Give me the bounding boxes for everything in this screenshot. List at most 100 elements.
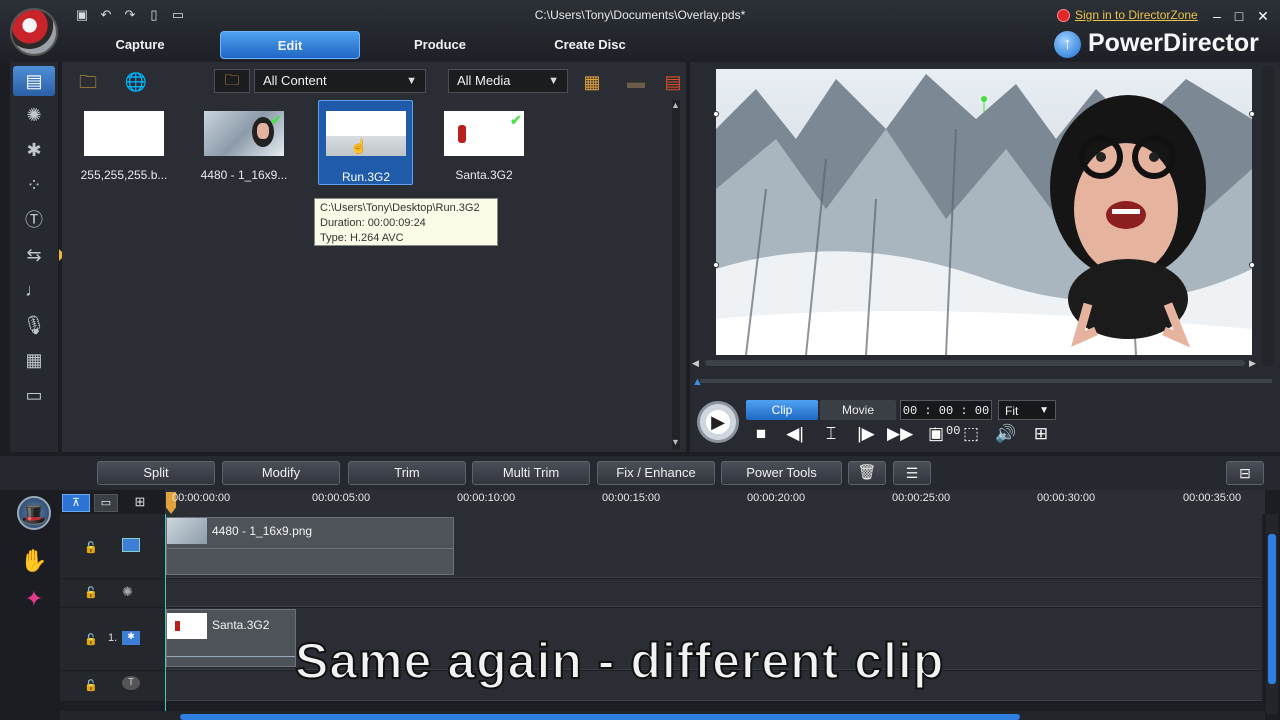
check-mark-icon: ✔ <box>510 112 522 128</box>
ruler-tick-label: 00:00:05:00 <box>312 492 371 504</box>
play-button[interactable]: ▶ <box>697 401 739 443</box>
hand-tool-icon[interactable]: ✋ <box>17 544 51 578</box>
scroll-left-icon[interactable]: ◀ <box>692 358 699 369</box>
open-folder-icon[interactable]: ▭ <box>169 7 187 23</box>
ruler-tick-label: 00:00:30:00 <box>1037 492 1096 504</box>
close-icon[interactable]: ✕ <box>1254 7 1272 25</box>
resize-handle[interactable] <box>1249 111 1255 117</box>
fast-forward-icon[interactable]: ▶▶ <box>887 422 913 446</box>
tab-produce[interactable]: Produce <box>390 31 490 59</box>
resize-handle[interactable] <box>1249 262 1255 268</box>
lock-icon[interactable]: 🔓 <box>84 633 98 647</box>
undock-icon[interactable]: ⬚ <box>958 422 984 446</box>
content-folder-icon[interactable]: 🗀 <box>214 69 250 93</box>
media-filter-dropdown[interactable]: All Media ▼ <box>448 69 568 93</box>
tab-capture[interactable]: Capture <box>90 31 190 59</box>
preview-timeline-slider[interactable] <box>700 379 1272 383</box>
sort-icon[interactable]: ▤ <box>662 70 684 94</box>
title-room-icon[interactable]: Ⓣ <box>13 205 55 235</box>
timeline-clip-image[interactable]: 4480 - 1_16x9.png <box>166 517 454 575</box>
pip-objects-icon[interactable]: ✱ <box>13 135 55 165</box>
power-tools-button[interactable]: Power Tools <box>721 461 842 485</box>
chevron-down-icon: ▼ <box>406 75 417 87</box>
next-frame-icon[interactable]: |▶ <box>853 422 879 446</box>
view-grid-icon[interactable]: ▦ <box>576 70 608 94</box>
mode-clip-button[interactable]: Clip <box>746 400 818 420</box>
timeline-settings-icon[interactable]: ⊟ <box>1226 461 1264 485</box>
new-project-icon[interactable]: ▯ <box>145 7 163 23</box>
tab-create-disc[interactable]: Create Disc <box>535 31 645 59</box>
maximize-icon[interactable]: □ <box>1230 7 1248 25</box>
minimize-icon[interactable]: – <box>1208 7 1226 25</box>
voice-over-icon[interactable]: 🎙 <box>13 310 55 340</box>
effect-room-icon[interactable]: ✺ <box>13 100 55 130</box>
signin-link[interactable]: Sign in to DirectorZone <box>1075 8 1198 22</box>
particle-room-icon[interactable]: ⁘ <box>13 170 55 200</box>
timeline-clip-santa[interactable]: Santa.3G2 <box>166 609 296 667</box>
scroll-up-icon[interactable]: ▲ <box>671 100 680 110</box>
snapshot-icon[interactable]: ▣ <box>923 422 949 446</box>
more-functions-icon[interactable]: ☰ <box>893 461 931 485</box>
split-marker-icon[interactable]: ⌶ <box>818 422 844 446</box>
chevron-down-icon: ▼ <box>1039 405 1049 416</box>
magic-style-icon[interactable]: ✦ <box>17 582 51 616</box>
volume-icon[interactable]: 🔊 <box>993 422 1019 446</box>
library-scrollbar[interactable] <box>672 100 680 450</box>
fx-track[interactable] <box>165 579 1262 607</box>
trim-button[interactable]: Trim <box>348 461 466 485</box>
storyboard-icon[interactable]: ▬ <box>620 70 652 94</box>
snow-forest-scene <box>716 69 1252 355</box>
import-folder-icon[interactable]: 🗀 <box>72 70 104 94</box>
redo-icon[interactable]: ↷ <box>121 7 139 23</box>
storyboard-view-icon[interactable]: ▭ <box>94 494 118 512</box>
preview-vscroll[interactable] <box>1262 66 1274 366</box>
audio-mixing-icon[interactable]: ♩ <box>13 275 55 305</box>
timeline-vscroll[interactable] <box>1266 514 1278 714</box>
magic-tool-icon[interactable]: 🎩 <box>17 496 51 530</box>
fx-track-icon: ✺ <box>122 584 133 599</box>
display-settings-icon[interactable]: ⊞ <box>1028 422 1054 446</box>
fix-enhance-button[interactable]: Fix / Enhance <box>597 461 715 485</box>
tooltip-type: Type: H.264 AVC <box>320 232 404 244</box>
modify-button[interactable]: Modify <box>222 461 340 485</box>
split-button[interactable]: Split <box>97 461 215 485</box>
content-filter-dropdown[interactable]: All Content ▼ <box>254 69 426 93</box>
upgrade-arrow-icon[interactable]: ↑ <box>1054 31 1081 58</box>
zoom-fit-dropdown[interactable]: Fit ▼ <box>998 400 1056 420</box>
timeline-scroll-thumb[interactable] <box>1268 534 1276 684</box>
stop-icon[interactable]: ■ <box>748 422 774 446</box>
mode-movie-button[interactable]: Movie <box>820 400 896 420</box>
resize-handle[interactable] <box>713 111 719 117</box>
track-manager-icon[interactable]: ⊞ <box>128 494 152 512</box>
multi-trim-button[interactable]: Multi Trim <box>472 461 590 485</box>
scroll-right-icon[interactable]: ▶ <box>1249 358 1256 369</box>
save-icon[interactable]: ▣ <box>73 7 91 23</box>
content-filter-value: All Content <box>263 73 327 88</box>
pip-track-icon: ✱ <box>122 631 140 645</box>
timecode-field[interactable]: 00 : 00 : 00 : 00 <box>900 400 992 438</box>
scroll-down-icon[interactable]: ▼ <box>671 437 680 447</box>
tab-edit[interactable]: Edit <box>220 31 360 59</box>
undo-icon[interactable]: ↶ <box>97 7 115 23</box>
tooltip-path: C:\Users\Tony\Desktop\Run.3G2 <box>320 202 480 214</box>
previous-frame-icon[interactable]: ◀| <box>782 422 808 446</box>
preview-hscroll[interactable] <box>705 360 1245 366</box>
subtitle-room-icon[interactable]: ▭ <box>13 380 55 410</box>
timeline-hscroll[interactable] <box>60 711 1265 720</box>
resize-handle[interactable] <box>713 262 719 268</box>
download-globe-icon[interactable]: 🌐 <box>120 70 152 94</box>
library-thumb-color-board[interactable] <box>84 111 164 156</box>
chapter-room-icon[interactable]: ▦ <box>13 345 55 375</box>
playhead-marker-icon[interactable]: ▲ <box>692 376 703 388</box>
lock-icon[interactable]: 🔓 <box>84 586 98 600</box>
timeline-view-icon[interactable]: ⊼ <box>62 494 90 512</box>
preview-screen[interactable] <box>716 69 1252 355</box>
app-logo-icon[interactable] <box>10 8 58 56</box>
lock-icon[interactable]: 🔓 <box>84 541 98 555</box>
media-room-icon[interactable]: ▤ <box>13 66 55 96</box>
delete-trash-icon[interactable]: 🗑 <box>848 461 886 485</box>
lock-icon[interactable]: 🔓 <box>84 679 98 693</box>
transition-room-icon[interactable]: ⇆ <box>13 240 55 270</box>
library-item-label: Run.3G2 <box>341 170 391 184</box>
timeline-hscroll-thumb[interactable] <box>180 714 1020 720</box>
